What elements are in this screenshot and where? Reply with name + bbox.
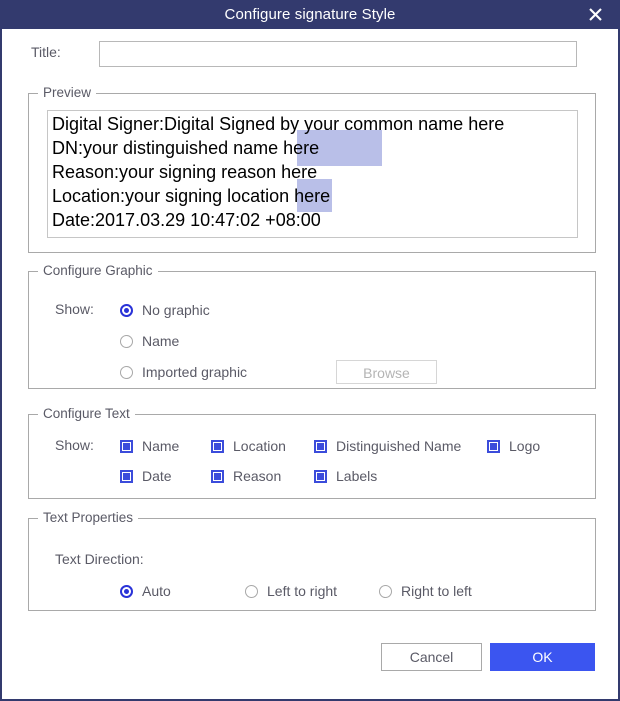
radio-direction-left-to-right[interactable]: Left to right [245, 583, 337, 599]
checkbox-label: Logo [509, 438, 541, 454]
checkbox-indicator [211, 439, 224, 453]
radio-indicator [379, 584, 392, 598]
checkbox-indicator [314, 469, 327, 483]
configure-text-group: Configure Text Show: Name Location Disti… [28, 406, 596, 499]
configure-text-group-label: Configure Text [38, 406, 135, 421]
radio-label: Name [142, 333, 180, 349]
preview-line: Digital Signer:Digital Signed by your co… [52, 114, 505, 134]
radio-label: No graphic [142, 302, 210, 318]
dialog-title: Configure signature Style [224, 6, 396, 23]
checkbox-date[interactable]: Date [120, 468, 172, 484]
checkbox-indicator [120, 439, 133, 453]
preview-group-label: Preview [38, 85, 97, 100]
title-row: Title: [2, 41, 618, 67]
title-label: Title: [31, 44, 61, 60]
radio-label: Left to right [267, 583, 338, 599]
checkbox-indicator [120, 469, 133, 483]
radio-indicator [245, 584, 258, 598]
radio-indicator [120, 584, 133, 598]
text-show-label: Show: [55, 437, 94, 453]
checkbox-label: Labels [336, 468, 378, 484]
title-input[interactable] [99, 41, 577, 67]
checkbox-labels[interactable]: Labels [314, 468, 377, 484]
checkbox-label: Date [142, 468, 172, 484]
checkbox-label: Name [142, 438, 180, 454]
checkbox-logo[interactable]: Logo [487, 438, 540, 454]
preview-box[interactable]: Digital Signer:Digital Signed by your co… [47, 110, 578, 238]
preview-line: Date:2017.03.29 10:47:02 +08:00 [52, 210, 321, 230]
radio-direction-auto[interactable]: Auto [120, 583, 171, 599]
checkbox-label: Location [233, 438, 286, 454]
checkbox-location[interactable]: Location [211, 438, 286, 454]
preview-line: Location:your signing location here [52, 186, 331, 206]
checkbox-label: Reason [233, 468, 282, 484]
preview-text: Digital Signer:Digital Signed by your co… [52, 112, 577, 232]
configure-signature-style-dialog: Configure signature Style Title: Preview… [0, 0, 620, 701]
radio-name[interactable]: Name [120, 333, 179, 349]
text-properties-group-label: Text Properties [38, 510, 139, 525]
configure-graphic-group-label: Configure Graphic [38, 263, 158, 278]
dialog-titlebar: Configure signature Style [2, 0, 618, 29]
radio-indicator [120, 334, 133, 348]
radio-indicator [120, 303, 133, 317]
text-direction-label: Text Direction: [55, 551, 144, 567]
ok-button[interactable]: OK [490, 643, 595, 671]
checkbox-indicator [211, 469, 224, 483]
checkbox-indicator [487, 439, 500, 453]
checkbox-indicator [314, 439, 327, 453]
radio-no-graphic[interactable]: No graphic [120, 302, 210, 318]
browse-button[interactable]: Browse [336, 360, 437, 384]
radio-direction-right-to-left[interactable]: Right to left [379, 583, 472, 599]
cancel-button[interactable]: Cancel [381, 643, 482, 671]
radio-label: Auto [142, 583, 171, 599]
configure-graphic-group: Configure Graphic Show: No graphic Name … [28, 263, 596, 389]
preview-line: DN:your distinguished name here [52, 138, 320, 158]
checkbox-name[interactable]: Name [120, 438, 179, 454]
close-icon[interactable] [578, 0, 612, 29]
checkbox-reason[interactable]: Reason [211, 468, 281, 484]
checkbox-distinguished-name[interactable]: Distinguished Name [314, 438, 461, 454]
radio-label: Imported graphic [142, 364, 248, 380]
radio-imported-graphic[interactable]: Imported graphic [120, 364, 247, 380]
radio-label: Right to left [401, 583, 472, 599]
text-properties-group: Text Properties Text Direction: Auto Lef… [28, 510, 596, 611]
radio-indicator [120, 365, 133, 379]
preview-group: Preview Digital Signer:Digital Signed by… [28, 85, 596, 253]
preview-line: Reason:your signing reason here [52, 162, 318, 182]
graphic-show-label: Show: [55, 301, 94, 317]
checkbox-label: Distinguished Name [336, 438, 462, 454]
